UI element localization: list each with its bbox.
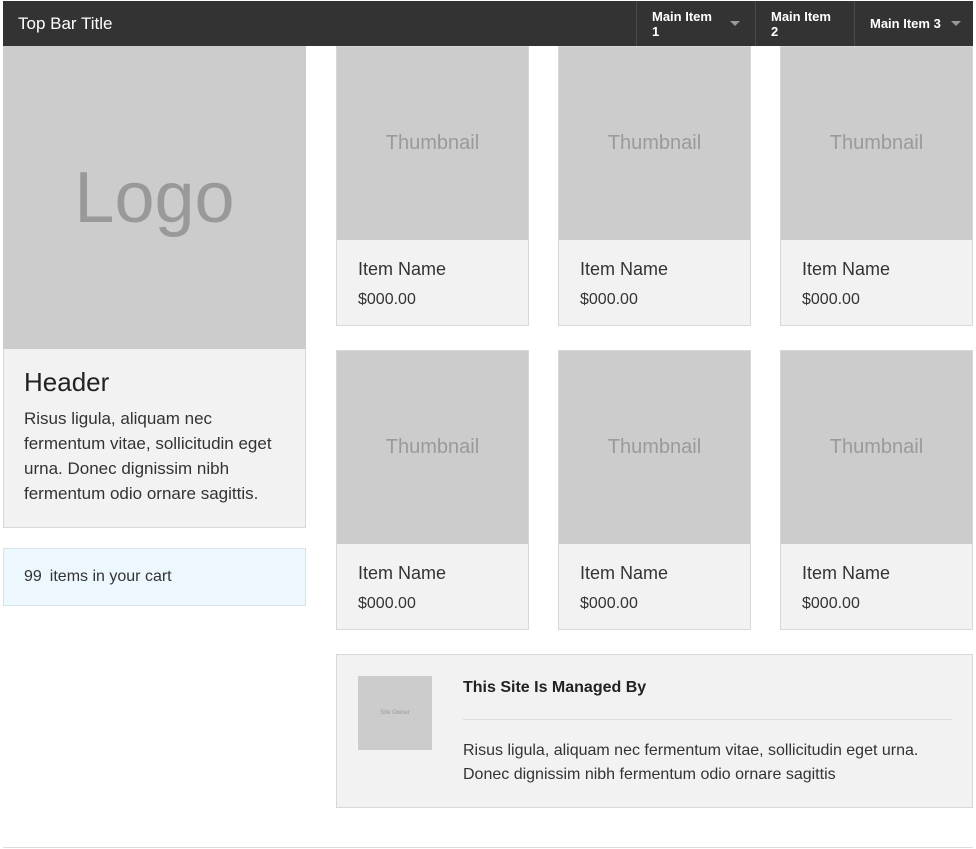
header-panel: Header Risus ligula, aliquam nec ferment…	[3, 349, 306, 528]
product-name[interactable]: Item Name	[559, 544, 750, 584]
thumbnail-text: Thumbnail	[385, 132, 480, 154]
cart-count: 99	[24, 568, 42, 585]
product-price: $000.00	[358, 291, 416, 308]
product-price: $000.00	[580, 595, 638, 612]
product-thumbnail[interactable]: Thumbnail	[337, 351, 528, 544]
product-price: $000.00	[802, 291, 860, 308]
site-owner-image-text: Site Owner	[380, 710, 410, 716]
product-name[interactable]: Item Name	[337, 544, 528, 584]
logo-text: Logo	[74, 157, 235, 238]
product-name[interactable]: Item Name	[781, 544, 972, 584]
top-bar-title[interactable]: Top Bar Title	[3, 14, 636, 34]
caret-down-icon	[950, 21, 961, 26]
nav-item-main-item-1[interactable]: Main Item 1	[636, 1, 755, 46]
caret-down-icon	[730, 21, 740, 26]
product-thumbnail[interactable]: Thumbnail	[337, 47, 528, 240]
product-card[interactable]: Thumbnail Item Name $000.00	[780, 350, 973, 630]
footer-divider	[3, 847, 973, 848]
nav-item-main-item-2[interactable]: Main Item 2	[755, 1, 854, 46]
thumbnail-text: Thumbnail	[829, 436, 924, 458]
divider	[463, 719, 952, 720]
product-thumbnail[interactable]: Thumbnail	[781, 351, 972, 544]
cart-status[interactable]: 99 items in your cart	[3, 548, 306, 606]
thumbnail-text: Thumbnail	[829, 132, 924, 154]
product-card[interactable]: Thumbnail Item Name $000.00	[780, 46, 973, 326]
product-price: $000.00	[802, 595, 860, 612]
product-name[interactable]: Item Name	[781, 240, 972, 280]
thumbnail-text: Thumbnail	[385, 436, 480, 458]
logo-placeholder: Logo	[3, 46, 306, 349]
product-name[interactable]: Item Name	[559, 240, 750, 280]
product-thumbnail[interactable]: Thumbnail	[781, 47, 972, 240]
nav-item-label: Main Item 1	[652, 8, 712, 39]
header-title: Header	[24, 367, 110, 397]
site-owner-image: Site Owner	[358, 676, 432, 750]
product-card[interactable]: Thumbnail Item Name $000.00	[336, 46, 529, 326]
product-price: $000.00	[358, 595, 416, 612]
product-price: $000.00	[580, 291, 638, 308]
managed-by-body: Risus ligula, aliquam nec fermentum vita…	[463, 742, 919, 783]
product-name[interactable]: Item Name	[337, 240, 528, 280]
managed-by-title: This Site Is Managed By	[463, 679, 647, 696]
nav-item-label: Main Item 2	[771, 8, 831, 39]
site-managed-by-panel: Site Owner This Site Is Managed By Risus…	[336, 654, 973, 808]
nav-item-label: Main Item 3	[870, 16, 941, 31]
thumbnail-text: Thumbnail	[607, 132, 702, 154]
product-card[interactable]: Thumbnail Item Name $000.00	[558, 350, 751, 630]
cart-label: items in your cart	[49, 568, 172, 585]
nav-item-main-item-3[interactable]: Main Item 3	[854, 1, 973, 46]
thumbnail-text: Thumbnail	[607, 436, 702, 458]
product-card[interactable]: Thumbnail Item Name $000.00	[336, 350, 529, 630]
top-bar: Top Bar Title Main Item 1 Main Item 2 Ma…	[3, 1, 973, 46]
product-card[interactable]: Thumbnail Item Name $000.00	[558, 46, 751, 326]
product-thumbnail[interactable]: Thumbnail	[559, 47, 750, 240]
header-body: Risus ligula, aliquam nec fermentum vita…	[24, 409, 272, 503]
product-thumbnail[interactable]: Thumbnail	[559, 351, 750, 544]
main-nav: Main Item 1 Main Item 2 Main Item 3	[636, 1, 973, 46]
